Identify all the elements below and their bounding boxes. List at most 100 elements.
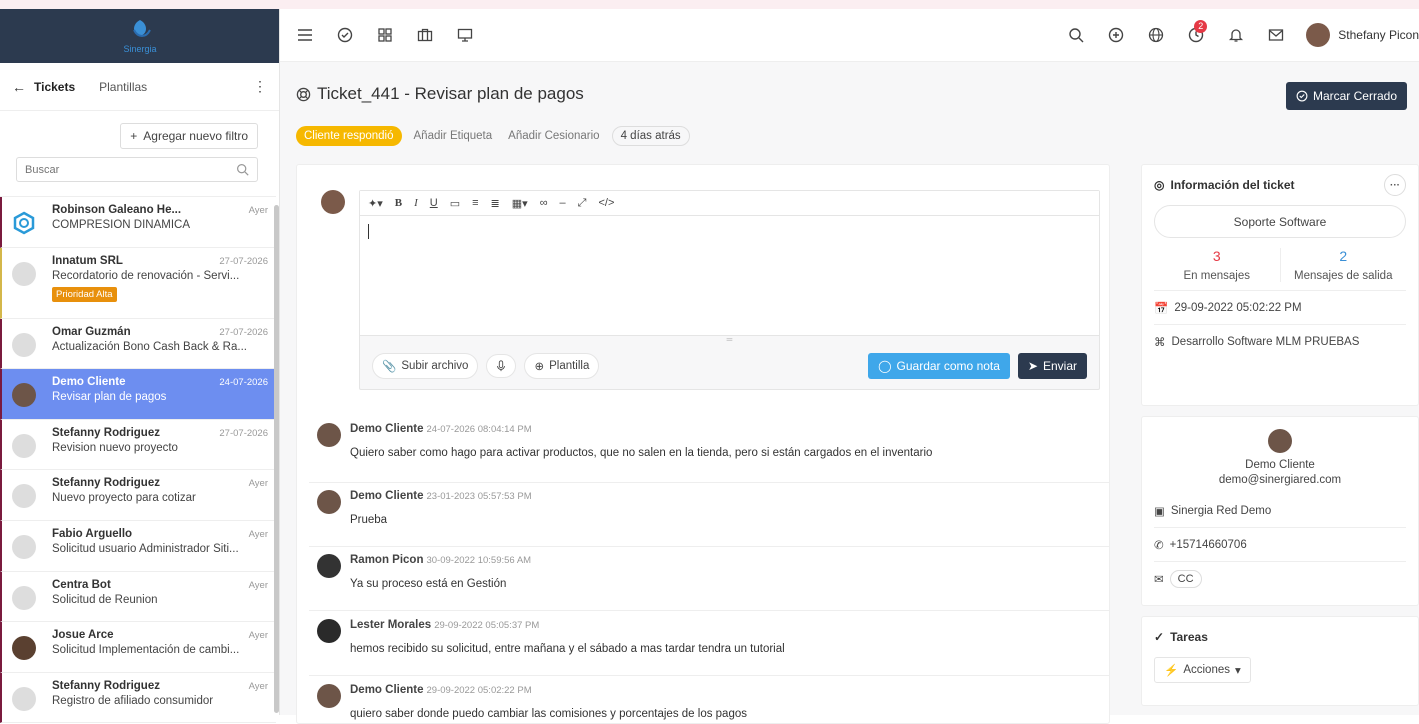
list-item[interactable]: Stefanny Rodriguez Ayer Registro de afil…	[0, 672, 276, 724]
message-time: 29-09-2022 05:02:22 PM	[426, 685, 532, 696]
mail-icon[interactable]	[1256, 15, 1296, 55]
resize-grip[interactable]: ═	[360, 336, 1099, 344]
bell-icon[interactable]	[1216, 15, 1256, 55]
in-messages-label: En mensajes	[1183, 270, 1250, 282]
actions-dropdown[interactable]: ⚡ Acciones ▾	[1154, 657, 1251, 683]
grid-icon[interactable]	[365, 15, 405, 55]
item-subject: Recordatorio de renovación - Servi...	[52, 269, 240, 282]
check-circle-icon[interactable]	[325, 15, 365, 55]
user-menu[interactable]: Sthefany Picon	[1306, 23, 1419, 47]
list-item[interactable]: Fabio Arguello Ayer Solicitud usuario Ad…	[0, 520, 276, 572]
list-item-active[interactable]: Demo Cliente 24-07-2026 Revisar plan de …	[0, 369, 276, 420]
search-icon[interactable]	[1056, 15, 1096, 55]
list-item[interactable]: Stefanny Rodriguez 27-07-2026 Revision n…	[0, 419, 276, 471]
more-options-icon[interactable]: ···	[1384, 174, 1406, 196]
item-name: Centra Bot	[52, 578, 111, 591]
avatar	[12, 686, 36, 711]
template-button[interactable]: ⊕ Plantilla	[524, 353, 600, 379]
message: Demo Cliente 24-07-2026 08:04:14 PM Quier…	[309, 423, 1109, 483]
eraser-icon[interactable]: ▭	[450, 197, 460, 210]
add-label-link[interactable]: Añadir Etiqueta	[410, 126, 497, 146]
list-item[interactable]: Josue Arce Ayer Solicitud Implementación…	[0, 622, 276, 673]
horizontal-rule-icon[interactable]: –	[560, 197, 566, 209]
link-icon[interactable]: ∞	[540, 197, 548, 209]
message-text: Quiero saber como hago para activar prod…	[350, 447, 933, 459]
department-pill[interactable]: Soporte Software	[1154, 205, 1406, 238]
list-item[interactable]: Robinson Galeano He... Ayer COMPRESIÓN D…	[0, 197, 276, 248]
ordered-list-icon[interactable]: ≣	[491, 197, 500, 210]
message-text: quiero saber donde puedo cambiar las com…	[350, 708, 747, 720]
mail-icon: ✉	[1154, 574, 1164, 586]
item-date: Ayer	[248, 478, 268, 490]
table-icon[interactable]: ▦▾	[512, 197, 528, 210]
item-name: Fabio Arguello	[52, 527, 133, 540]
status-badge[interactable]: Cliente respondió	[296, 126, 402, 146]
add-assignee-link[interactable]: Añadir Cesionario	[504, 126, 603, 146]
created-date: 29-09-2022 05:02:22 PM	[1174, 301, 1302, 314]
ticket-title-row: Ticket_441 - Revisar plan de pagos	[296, 84, 584, 104]
template-label: Plantilla	[549, 360, 590, 372]
underline-icon[interactable]: U	[430, 197, 438, 209]
editor-textarea[interactable]	[360, 216, 1099, 336]
sidebar: Sinergia ← Tickets Plantillas ⋮ + Agrega…	[0, 9, 280, 724]
item-name: Robinson Galeano He...	[52, 204, 182, 216]
message-author: Demo Cliente	[350, 423, 424, 435]
message-author: Ramon Picon	[350, 554, 424, 566]
fullscreen-icon[interactable]: ⤢	[578, 197, 587, 210]
building-icon: ▣	[1154, 505, 1165, 518]
tasks-header: ✓ Tareas	[1142, 617, 1418, 657]
list-item[interactable]: Stefanny Rodriguez Ayer Nuevo proyecto p…	[0, 470, 276, 521]
list-item[interactable]: Omar Guzmán 27-07-2026 Actualización Bon…	[0, 318, 276, 370]
avatar	[12, 636, 36, 661]
item-date: Ayer	[248, 528, 268, 540]
avatar	[12, 211, 36, 235]
list-item[interactable]: Centra Bot Ayer Solicitud de Reunion	[0, 571, 276, 623]
tab-templates[interactable]: Plantillas	[99, 80, 147, 94]
in-messages-count: 3	[1212, 248, 1221, 264]
save-note-button[interactable]: ◯ Guardar como nota	[868, 353, 1010, 379]
paperclip-icon: 📎	[382, 361, 397, 373]
logo-icon: Sinergia	[123, 20, 156, 54]
add-circle-icon[interactable]	[1096, 15, 1136, 55]
item-subject: Nuevo proyecto para cotizar	[52, 492, 196, 505]
message-author: Lester Morales	[350, 619, 432, 631]
add-filter-button[interactable]: + Agregar nuevo filtro	[120, 123, 258, 149]
send-button[interactable]: ➤ Enviar	[1017, 353, 1087, 379]
bullet-list-icon[interactable]: ≡	[472, 197, 478, 209]
upload-file-label: Subir archivo	[401, 360, 469, 372]
tab-tickets[interactable]: Tickets	[34, 80, 75, 94]
send-plane-icon: ➤	[1027, 359, 1038, 373]
project-row: ⌘ Desarrollo Software MLM PRUEBAS	[1154, 325, 1406, 359]
list-item[interactable]: Innatum SRL 27-07-2026 Recordatorio de r…	[0, 247, 276, 319]
search-icon[interactable]	[236, 163, 249, 176]
cc-pill[interactable]: CC	[1169, 570, 1202, 588]
globe-icon[interactable]	[1136, 15, 1176, 55]
avatar	[317, 554, 341, 578]
kebab-menu-icon[interactable]: ⋮	[253, 78, 267, 95]
item-subject: Revision nuevo proyecto	[52, 441, 178, 454]
contact-email[interactable]: demo@sinergiared.com	[1142, 474, 1418, 486]
message-text: hemos recibido su solicitud, entre mañan…	[350, 643, 785, 655]
avatar	[12, 433, 36, 458]
hamburger-menu-icon[interactable]	[285, 15, 325, 55]
italic-icon[interactable]: I	[414, 197, 418, 209]
briefcase-icon[interactable]	[405, 15, 445, 55]
timer-icon[interactable]: 2	[1176, 15, 1216, 55]
microphone-button[interactable]	[486, 354, 517, 378]
code-view-icon[interactable]: </>	[598, 197, 614, 209]
magic-wand-icon[interactable]: ✦▾	[368, 197, 383, 210]
monitor-icon[interactable]	[445, 15, 485, 55]
editor-toolbar: ✦▾ B I U ▭ ≡ ≣ ▦▾ ∞ – ⤢ </>	[360, 191, 1099, 216]
item-name: Innatum SRL	[52, 254, 123, 267]
mark-closed-button[interactable]: Marcar Cerrado	[1285, 82, 1407, 110]
back-arrow-icon[interactable]: ←	[12, 79, 26, 95]
item-name: Stefanny Rodriguez	[52, 477, 160, 490]
upload-file-button[interactable]: 📎 Subir archivo	[372, 353, 479, 379]
list-scrollbar[interactable]	[274, 205, 279, 713]
bold-icon[interactable]: B	[395, 197, 402, 209]
item-date: Ayer	[248, 630, 268, 642]
search-input[interactable]	[25, 163, 236, 176]
message: Ramon Picon 30-09-2022 10:59:56 AM Ya su …	[309, 554, 1109, 611]
item-name: Demo Cliente	[52, 376, 126, 389]
avatar	[317, 490, 341, 514]
